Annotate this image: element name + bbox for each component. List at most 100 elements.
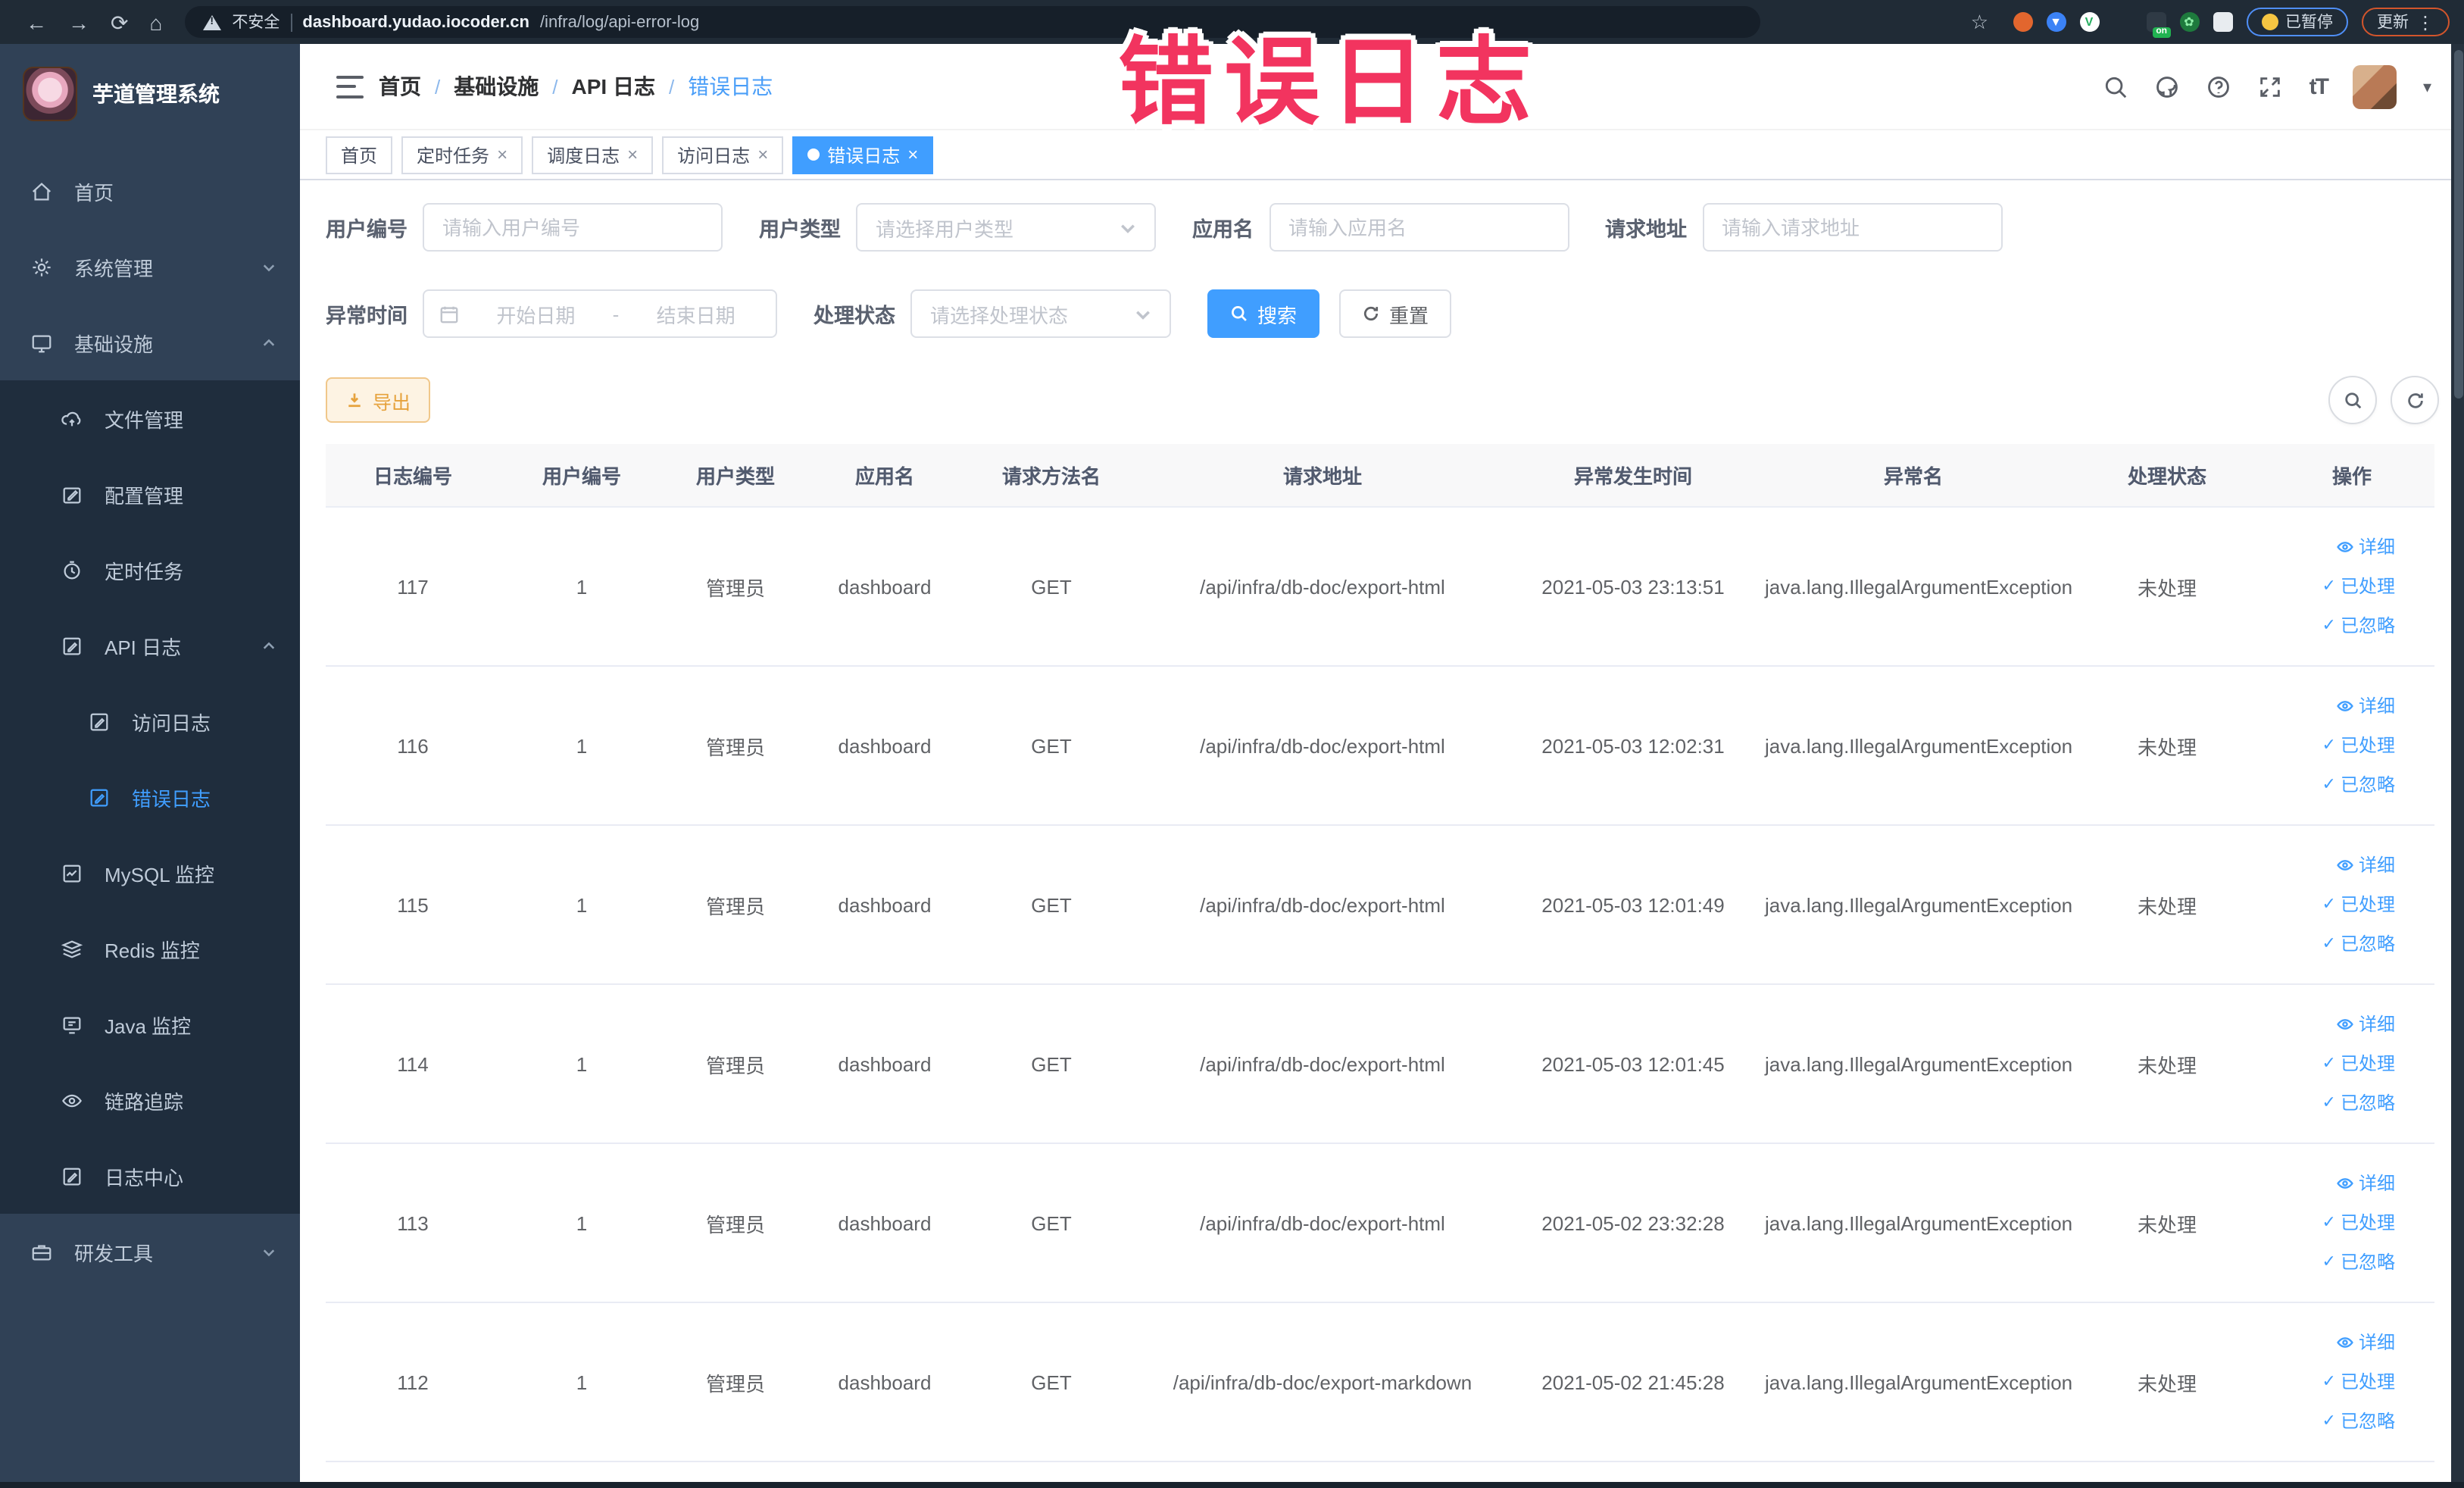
action-processed-link[interactable]: ✓ 已处理 xyxy=(2272,885,2431,924)
action-detail-link[interactable]: 详细 xyxy=(2272,846,2431,885)
action-ignored-link[interactable]: ✓ 已忽略 xyxy=(2272,765,2431,805)
scrollbar-thumb[interactable] xyxy=(2453,50,2462,399)
search-icon xyxy=(1232,306,1247,321)
cell-actions: 详细 ✓ 已处理 ✓ 已忽略 xyxy=(2269,666,2434,826)
action-processed-link[interactable]: ✓ 已处理 xyxy=(2272,726,2431,765)
back-icon[interactable]: ← xyxy=(26,11,47,33)
tag-label: 首页 xyxy=(341,145,378,166)
tag-访问日志[interactable]: 访问日志 × xyxy=(662,136,784,173)
app-logo-row[interactable]: 芋道管理系统 xyxy=(0,44,300,138)
close-icon[interactable]: × xyxy=(907,145,918,164)
extension-plant-icon[interactable]: ✿ xyxy=(2179,12,2199,32)
search-icon[interactable] xyxy=(2103,73,2129,99)
column-header: 用户类型 xyxy=(664,444,807,508)
request-url-input[interactable] xyxy=(1702,203,2002,252)
font-size-icon[interactable]: tT xyxy=(2309,73,2329,99)
close-icon[interactable]: × xyxy=(757,145,768,164)
action-detail-link[interactable]: 详细 xyxy=(2272,686,2431,726)
extension-orange-icon[interactable] xyxy=(2013,12,2032,32)
tag-定时任务[interactable]: 定时任务 × xyxy=(401,136,523,173)
extensions-puzzle-icon[interactable] xyxy=(2213,12,2232,32)
tag-错误日志[interactable]: 错误日志 × xyxy=(792,136,934,173)
hide-search-button[interactable] xyxy=(2328,376,2377,424)
sidebar-item-api-log[interactable]: API 日志 xyxy=(0,608,300,683)
cell-user-type: 管理员 xyxy=(664,1302,807,1462)
reload-icon[interactable]: ⟳ xyxy=(111,11,128,33)
action-processed-link[interactable]: ✓ 已处理 xyxy=(2272,1362,2431,1402)
breadcrumb-infra[interactable]: 基础设施 xyxy=(454,71,539,102)
extension-on-icon[interactable]: on xyxy=(2146,12,2170,38)
user-type-select[interactable]: 请选择用户类型 xyxy=(856,203,1156,252)
sidebar-item-config-manage[interactable]: 配置管理 xyxy=(0,456,300,532)
fullscreen-icon[interactable] xyxy=(2258,73,2284,99)
menu-label: 错误日志 xyxy=(132,787,211,810)
active-dot-icon xyxy=(807,148,820,161)
action-ignored-link[interactable]: ✓ 已忽略 xyxy=(2272,606,2431,646)
extension-shield-icon[interactable]: ▼ xyxy=(2046,12,2066,32)
edit-square-icon xyxy=(90,788,108,806)
export-button-label: 导出 xyxy=(373,392,411,413)
extension-v-icon[interactable]: V xyxy=(2079,12,2099,32)
paused-pill[interactable]: 已暂停 xyxy=(2246,8,2348,36)
tag-调度日志[interactable]: 调度日志 × xyxy=(532,136,654,173)
action-detail-link[interactable]: 详细 xyxy=(2272,1323,2431,1362)
action-ignored-link[interactable]: ✓ 已忽略 xyxy=(2272,924,2431,964)
user-id-input[interactable] xyxy=(423,203,723,252)
sidebar-item-mysql-monitor[interactable]: MySQL 监控 xyxy=(0,835,300,911)
sidebar-item-log-center[interactable]: 日志中心 xyxy=(0,1138,300,1214)
action-processed-link[interactable]: ✓ 已处理 xyxy=(2272,1044,2431,1083)
action-detail-link[interactable]: 详细 xyxy=(2272,1005,2431,1044)
sidebar-item-error-log[interactable]: 错误日志 xyxy=(0,759,300,835)
sidebar-item-cron-job[interactable]: 定时任务 xyxy=(0,532,300,608)
sidebar-item-infra[interactable]: 基础设施 xyxy=(0,305,300,380)
cell-log-id: 117 xyxy=(326,507,500,667)
action-processed-link[interactable]: ✓ 已处理 xyxy=(2272,567,2431,606)
action-processed-link[interactable]: ✓ 已处理 xyxy=(2272,1203,2431,1243)
browser-menu-icon[interactable]: ⋮ xyxy=(2416,11,2434,33)
browser-toolbar: ← → ⟳ ⌂ 不安全 dashboard.yudao.iocoder.cn/i… xyxy=(0,0,2464,44)
github-icon[interactable] xyxy=(2155,73,2181,99)
reset-button[interactable]: 重置 xyxy=(1339,289,1452,338)
sidebar-item-file-manage[interactable]: 文件管理 xyxy=(0,380,300,456)
cell-status: 未处理 xyxy=(2065,507,2269,667)
sidebar-toggle-icon[interactable] xyxy=(336,75,364,98)
export-button[interactable]: 导出 xyxy=(326,377,431,423)
sidebar-item-system[interactable]: 系统管理 xyxy=(0,229,300,305)
sidebar-item-redis-monitor[interactable]: Redis 监控 xyxy=(0,911,300,986)
avatar[interactable] xyxy=(2353,64,2397,108)
update-pill[interactable]: 更新 ⋮ xyxy=(2362,8,2450,36)
action-detail-link[interactable]: 详细 xyxy=(2272,527,2431,567)
sidebar-item-dev-tools[interactable]: 研发工具 xyxy=(0,1214,300,1289)
exception-time-range-picker[interactable]: 开始日期 - 结束日期 xyxy=(423,289,777,338)
address-bar[interactable]: 不安全 dashboard.yudao.iocoder.cn/infra/log… xyxy=(185,6,1761,38)
cell-status: 未处理 xyxy=(2065,666,2269,826)
sidebar-item-access-log[interactable]: 访问日志 xyxy=(0,683,300,759)
breadcrumb-home[interactable]: 首页 xyxy=(379,71,421,102)
bookmark-star-icon[interactable]: ☆ xyxy=(1971,12,1988,32)
sidebar-item-home[interactable]: 首页 xyxy=(0,153,300,229)
cell-user-id: 1 xyxy=(500,666,664,826)
avatar-caret-icon[interactable]: ▾ xyxy=(2423,77,2431,96)
action-ignored-link[interactable]: ✓ 已忽略 xyxy=(2272,1402,2431,1441)
sidebar-item-tracing[interactable]: 链路追踪 xyxy=(0,1062,300,1138)
browser-scrollbar[interactable] xyxy=(2451,44,2464,1482)
main-area: 首页 / 基础设施 / API 日志 / 错误日志 tT ▾ 首页 定时任务 ×… xyxy=(300,44,2464,1482)
action-ignored-link[interactable]: ✓ 已忽略 xyxy=(2272,1083,2431,1123)
refresh-button[interactable] xyxy=(2391,376,2439,424)
app-name-input[interactable] xyxy=(1269,203,1569,252)
action-ignored-link[interactable]: ✓ 已忽略 xyxy=(2272,1243,2431,1282)
close-icon[interactable]: × xyxy=(497,145,507,164)
breadcrumb-api-log[interactable]: API 日志 xyxy=(572,71,655,102)
process-status-select[interactable]: 请选择处理状态 xyxy=(910,289,1171,338)
close-icon[interactable]: × xyxy=(627,145,638,164)
action-detail-link[interactable]: 详细 xyxy=(2272,1164,2431,1203)
extension-grid-icon[interactable] xyxy=(2113,12,2132,32)
home-icon[interactable]: ⌂ xyxy=(149,11,162,33)
help-icon[interactable] xyxy=(2206,73,2232,99)
forward-icon[interactable]: → xyxy=(68,11,89,33)
sidebar-item-java-monitor[interactable]: Java 监控 xyxy=(0,986,300,1062)
tag-首页[interactable]: 首页 xyxy=(326,136,393,173)
search-button[interactable]: 搜索 xyxy=(1207,289,1320,338)
filter-label: 用户类型 xyxy=(759,218,841,241)
calendar-icon xyxy=(440,305,458,323)
